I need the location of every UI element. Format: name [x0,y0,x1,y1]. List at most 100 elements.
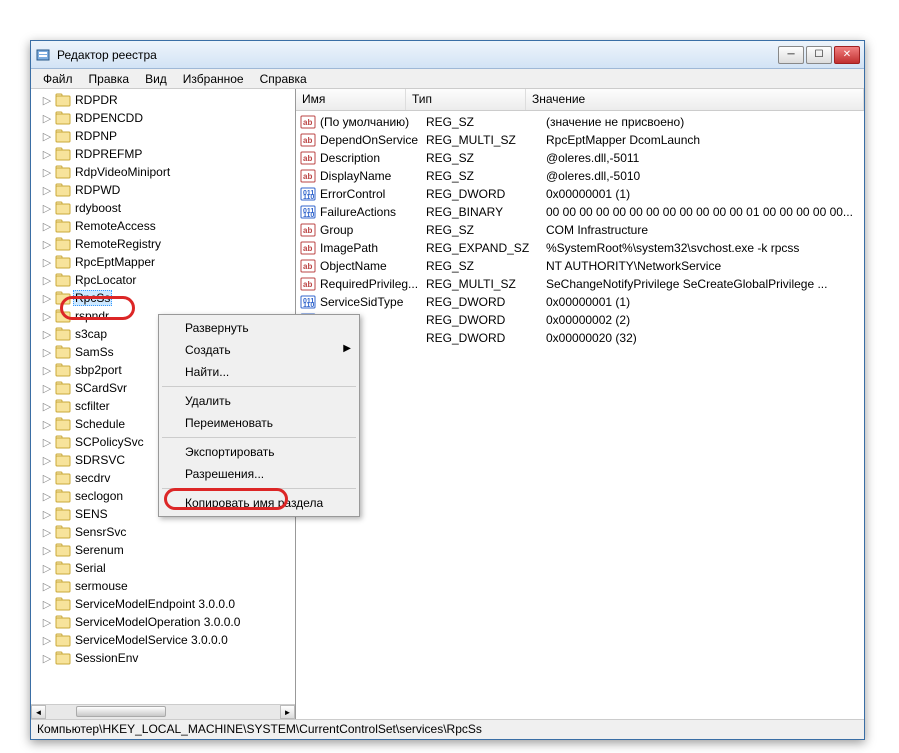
context-menu-separator [162,437,356,438]
expander-icon[interactable]: ▷ [41,652,53,665]
menu-view[interactable]: Вид [137,70,175,88]
expander-icon[interactable]: ▷ [41,148,53,161]
value-row[interactable]: abDisplayNameREG_SZ@oleres.dll,-5010 [296,167,864,185]
expander-icon[interactable]: ▷ [41,94,53,107]
context-menu-item[interactable]: Развернуть [161,317,357,339]
value-row[interactable]: 011110FailureActionsREG_BINARY00 00 00 0… [296,203,864,221]
expander-icon[interactable]: ▷ [41,508,53,521]
tree-item[interactable]: ▷RdpVideoMiniport [41,163,295,181]
expander-icon[interactable]: ▷ [41,526,53,539]
expander-icon[interactable]: ▷ [41,202,53,215]
context-menu-item[interactable]: Экспортировать [161,441,357,463]
tree-item[interactable]: ▷sermouse [41,577,295,595]
svg-text:ab: ab [303,172,312,181]
context-menu-item[interactable]: Копировать имя раздела [161,492,357,514]
value-row[interactable]: abGroupREG_SZCOM Infrastructure [296,221,864,239]
close-button[interactable]: ✕ [834,46,860,64]
tree-item[interactable]: ▷RpcSs [41,289,295,307]
expander-icon[interactable]: ▷ [41,616,53,629]
value-row[interactable]: abRequiredPrivileg...REG_MULTI_SZSeChang… [296,275,864,293]
menu-file[interactable]: Файл [35,70,81,88]
tree-item[interactable]: ▷RDPWD [41,181,295,199]
maximize-button[interactable]: ☐ [806,46,832,64]
list-header[interactable]: Имя Тип Значение [296,89,864,111]
scroll-track[interactable] [46,705,280,719]
tree-item[interactable]: ▷RpcEptMapper [41,253,295,271]
expander-icon[interactable]: ▷ [41,184,53,197]
tree-item[interactable]: ▷RDPREFMP [41,145,295,163]
expander-icon[interactable]: ▷ [41,166,53,179]
context-menu-item[interactable]: Создать▶ [161,339,357,361]
tree-item[interactable]: ▷RDPENCDD [41,109,295,127]
binary-value-icon: 011110 [300,204,316,220]
expander-icon[interactable]: ▷ [41,382,53,395]
expander-icon[interactable]: ▷ [41,418,53,431]
tree-item[interactable]: ▷RemoteAccess [41,217,295,235]
value-row[interactable]: 011110REG_DWORD0x00000002 (2) [296,311,864,329]
expander-icon[interactable]: ▷ [41,400,53,413]
value-row[interactable]: ab(По умолчанию)REG_SZ(значение не присв… [296,113,864,131]
scroll-left-button[interactable]: ◄ [31,705,46,719]
tree-item[interactable]: ▷RpcLocator [41,271,295,289]
value-data: @oleres.dll,-5011 [546,151,864,165]
expander-icon[interactable]: ▷ [41,634,53,647]
expander-icon[interactable]: ▷ [41,562,53,575]
expander-icon[interactable]: ▷ [41,274,53,287]
tree-item[interactable]: ▷RemoteRegistry [41,235,295,253]
value-row[interactable]: 011110ServiceSidTypeREG_DWORD0x00000001 … [296,293,864,311]
folder-icon [55,255,71,269]
scroll-right-button[interactable]: ► [280,705,295,719]
expander-icon[interactable]: ▷ [41,490,53,503]
expander-icon[interactable]: ▷ [41,112,53,125]
expander-icon[interactable]: ▷ [41,580,53,593]
value-row[interactable]: abImagePathREG_EXPAND_SZ%SystemRoot%\sys… [296,239,864,257]
expander-icon[interactable]: ▷ [41,220,53,233]
expander-icon[interactable]: ▷ [41,544,53,557]
titlebar[interactable]: Редактор реестра ─ ☐ ✕ [31,41,864,69]
value-row[interactable]: 011110REG_DWORD0x00000020 (32) [296,329,864,347]
column-value[interactable]: Значение [526,89,864,110]
expander-icon[interactable]: ▷ [41,364,53,377]
tree-item[interactable]: ▷SessionEnv [41,649,295,667]
menu-help[interactable]: Справка [252,70,315,88]
expander-icon[interactable]: ▷ [41,292,53,305]
expander-icon[interactable]: ▷ [41,310,53,323]
expander-icon[interactable]: ▷ [41,454,53,467]
context-menu-item[interactable]: Найти... [161,361,357,383]
column-type[interactable]: Тип [406,89,526,110]
tree-item[interactable]: ▷ServiceModelOperation 3.0.0.0 [41,613,295,631]
context-menu[interactable]: РазвернутьСоздать▶Найти... УдалитьПереиме… [158,314,360,517]
tree-item[interactable]: ▷Serenum [41,541,295,559]
tree-item[interactable]: ▷SensrSvc [41,523,295,541]
horizontal-scrollbar[interactable]: ◄ ► [31,704,295,719]
tree-item[interactable]: ▷ServiceModelEndpoint 3.0.0.0 [41,595,295,613]
tree-item[interactable]: ▷RDPNP [41,127,295,145]
value-row[interactable]: 011110ErrorControlREG_DWORD0x00000001 (1… [296,185,864,203]
expander-icon[interactable]: ▷ [41,256,53,269]
value-row[interactable]: abDependOnServiceREG_MULTI_SZRpcEptMappe… [296,131,864,149]
expander-icon[interactable]: ▷ [41,238,53,251]
tree-item[interactable]: ▷RDPDR [41,91,295,109]
tree-item-label: SCPolicySvc [73,435,144,449]
expander-icon[interactable]: ▷ [41,436,53,449]
value-name: (По умолчанию) [320,115,426,129]
tree-item[interactable]: ▷rdyboost [41,199,295,217]
values-list[interactable]: ab(По умолчанию)REG_SZ(значение не присв… [296,111,864,349]
menu-edit[interactable]: Правка [81,70,138,88]
value-row[interactable]: abDescriptionREG_SZ@oleres.dll,-5011 [296,149,864,167]
tree-item[interactable]: ▷ServiceModelService 3.0.0.0 [41,631,295,649]
tree-item[interactable]: ▷Serial [41,559,295,577]
context-menu-item[interactable]: Разрешения... [161,463,357,485]
expander-icon[interactable]: ▷ [41,472,53,485]
expander-icon[interactable]: ▷ [41,346,53,359]
scroll-thumb[interactable] [76,706,166,717]
minimize-button[interactable]: ─ [778,46,804,64]
context-menu-item[interactable]: Удалить [161,390,357,412]
expander-icon[interactable]: ▷ [41,598,53,611]
column-name[interactable]: Имя [296,89,406,110]
context-menu-item[interactable]: Переименовать [161,412,357,434]
expander-icon[interactable]: ▷ [41,328,53,341]
value-row[interactable]: abObjectNameREG_SZNT AUTHORITY\NetworkSe… [296,257,864,275]
menu-favorites[interactable]: Избранное [175,70,252,88]
expander-icon[interactable]: ▷ [41,130,53,143]
